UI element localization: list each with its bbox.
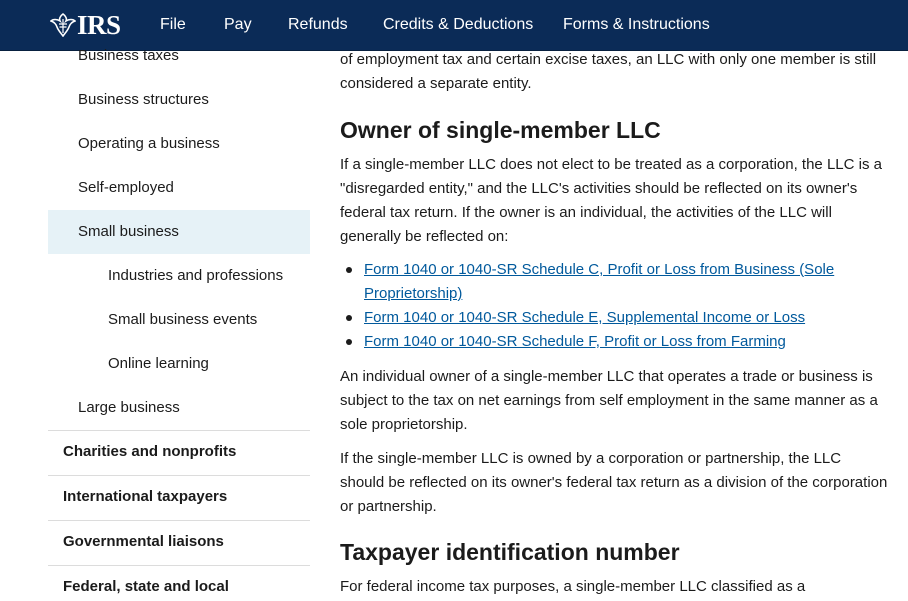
sidebar-item-label: Federal, state and local — [63, 578, 229, 595]
nav-file[interactable]: File — [160, 15, 186, 35]
sidebar-item-federal-state-and-local[interactable]: Federal, state and local — [48, 565, 310, 601]
sidebar-item-charities-and-nonprofits[interactable]: Charities and nonprofits — [48, 430, 310, 475]
sidebar-item-label: Charities and nonprofits — [63, 443, 237, 460]
main-content: of employment tax and certain excise tax… — [340, 51, 888, 601]
list-item: Form 1040 or 1040-SR Schedule C, Profit … — [340, 258, 888, 306]
sidebar-item-online-learning[interactable]: Online learning — [48, 344, 310, 384]
sidebar-item-label: Self-employed — [78, 179, 174, 196]
heading-owner-single-member-llc: Owner of single-member LLC — [340, 117, 661, 143]
list-item: Form 1040 or 1040-SR Schedule E, Supplem… — [340, 306, 888, 330]
sidebar-item-label: Governmental liaisons — [63, 533, 224, 550]
paragraph-self-employment: An individual owner of a single-member L… — [340, 368, 878, 433]
link-schedule-c[interactable]: Form 1040 or 1040-SR Schedule C, Profit … — [364, 261, 834, 302]
heading-taxpayer-identification-number: Taxpayer identification number — [340, 539, 680, 565]
sidebar-item-large-business[interactable]: Large business — [48, 388, 310, 428]
sidebar-item-label: Small business events — [108, 311, 258, 328]
nav-credits-deductions[interactable]: Credits & Deductions — [383, 15, 533, 35]
sidebar-item-label: Online learning — [108, 355, 209, 372]
form-links-list: Form 1040 or 1040-SR Schedule C, Profit … — [340, 258, 888, 354]
intro-paragraph: of employment tax and certain excise tax… — [340, 51, 877, 92]
paragraph-tin: For federal income tax purposes, a singl… — [340, 578, 806, 595]
sidebar-item-label: Small business — [78, 223, 179, 240]
paragraph-disregarded-entity: If a single-member LLC does not elect to… — [340, 156, 882, 245]
sidebar-item-label: Business taxes — [78, 47, 179, 64]
sidebar-item-business-structures[interactable]: Business structures — [48, 80, 310, 120]
nav-forms-instructions[interactable]: Forms & Instructions — [563, 15, 710, 35]
sidebar-item-operating-a-business[interactable]: Operating a business — [48, 124, 310, 164]
paragraph-corporation-owner: If the single-member LLC is owned by a c… — [340, 450, 888, 515]
sidebar-item-label: International taxpayers — [63, 488, 228, 505]
sidebar-nav: Business taxes Business structures Opera… — [48, 47, 310, 601]
sidebar-item-self-employed[interactable]: Self-employed — [48, 168, 310, 208]
sidebar-item-industries-and-professions[interactable]: Industries and professions — [48, 256, 310, 296]
sidebar-item-label: Operating a business — [78, 135, 220, 152]
link-schedule-f[interactable]: Form 1040 or 1040-SR Schedule F, Profit … — [364, 333, 786, 350]
eagle-icon — [50, 13, 76, 37]
sidebar-item-label: Business structures — [78, 91, 209, 108]
sidebar-item-label: Industries and professions — [108, 267, 284, 284]
sidebar-item-governmental-liaisons[interactable]: Governmental liaisons — [48, 520, 310, 565]
link-schedule-e[interactable]: Form 1040 or 1040-SR Schedule E, Supplem… — [364, 309, 805, 326]
irs-logo[interactable]: IRS — [50, 10, 121, 40]
logo-wordmark: IRS — [77, 10, 121, 40]
sidebar-item-label: Large business — [78, 399, 180, 416]
sidebar-item-small-business-events[interactable]: Small business events — [48, 300, 310, 340]
nav-pay[interactable]: Pay — [224, 15, 252, 35]
sidebar-item-small-business[interactable]: Small business — [48, 210, 310, 254]
sidebar-item-business-taxes[interactable]: Business taxes — [48, 36, 310, 76]
sidebar-item-international-taxpayers[interactable]: International taxpayers — [48, 475, 310, 520]
list-item: Form 1040 or 1040-SR Schedule F, Profit … — [340, 330, 888, 354]
nav-refunds[interactable]: Refunds — [288, 15, 348, 35]
